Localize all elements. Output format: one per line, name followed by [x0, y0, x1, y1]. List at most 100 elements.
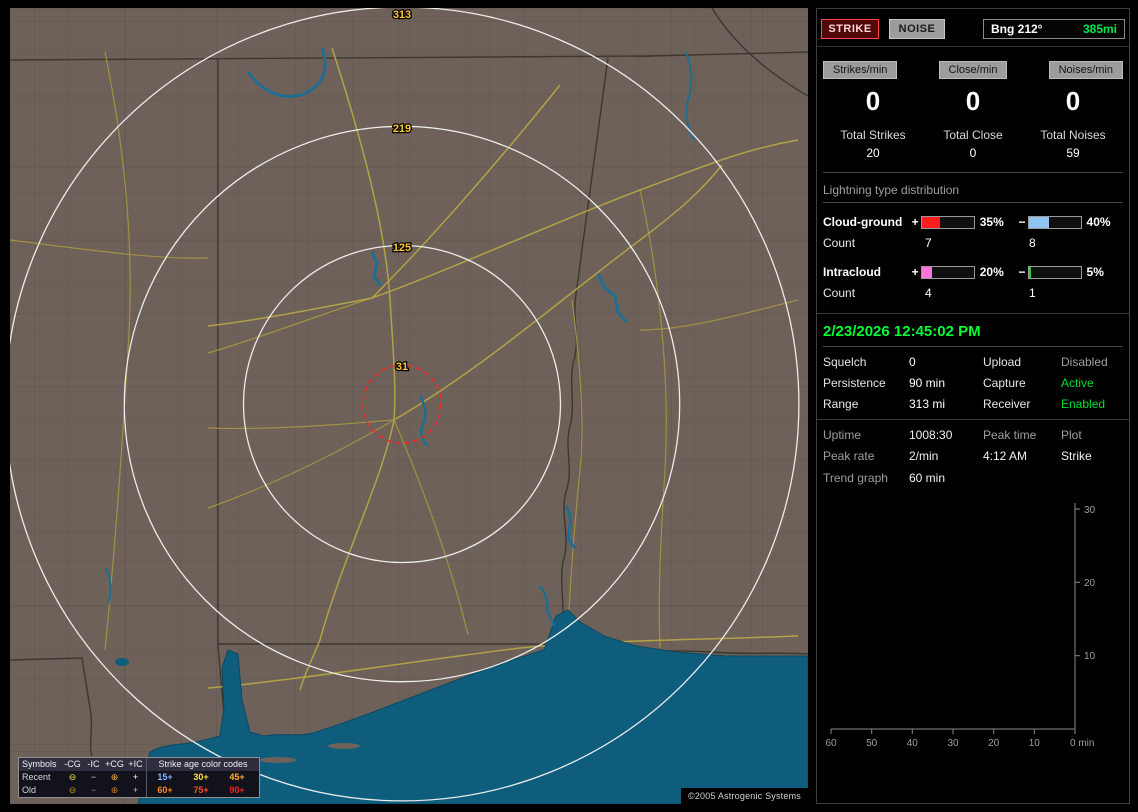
recent-label: Recent: [22, 772, 51, 782]
total-strikes-value: 20: [866, 146, 880, 160]
neg-cg-old-icon: ⊖: [68, 785, 77, 795]
bearing-label: Bng 212°: [991, 21, 1043, 36]
pos-cg-old-icon: ⊕: [110, 785, 119, 795]
trend-graph-label: Trend graph: [823, 471, 888, 485]
peak-time-label: Peak time: [983, 428, 1037, 442]
neg-cg-recent-icon: ⊖: [68, 772, 77, 782]
trend-header-row: Trend graph 60 min: [823, 471, 1123, 485]
peak-rate-value: 2/min: [909, 449, 939, 463]
y-tick-10: 10: [1084, 651, 1096, 662]
rates-panel: Strikes/min Close/min Noises/min 0 0 0 T…: [817, 47, 1129, 314]
ic-negative-bar: [1027, 265, 1082, 279]
x-tick-10: 10: [1029, 738, 1041, 749]
strike-legend: Symbols -CG -IC +CG +IC Strike age color…: [18, 757, 260, 798]
cg-positive-bar: [920, 215, 975, 229]
age-45-label: 45+: [229, 772, 245, 782]
intracloud-count-row: Count 4 1: [823, 283, 1123, 303]
receiver-status: Enabled: [1061, 397, 1106, 411]
range-label: Range: [823, 397, 859, 411]
ring-label-125: 125: [393, 242, 411, 254]
total-noises-label: Total Noises: [1040, 128, 1106, 142]
neg-ic-header: -IC: [87, 759, 100, 769]
neg-cg-header: -CG: [64, 759, 81, 769]
receiver-label: Receiver: [983, 397, 1031, 411]
datetime-display: 2/23/2026 12:45:02 PM: [823, 323, 981, 340]
trend-graph: 30 20 10 60 50 40 30 20 10 0 min: [825, 503, 1096, 749]
x-tick-40: 40: [907, 738, 919, 749]
cloud-ground-count-row: Count 7 8: [823, 233, 1123, 253]
strike-toggle-button[interactable]: STRIKE: [821, 18, 879, 39]
total-close-value: 0: [969, 146, 977, 160]
ring-label-313: 313: [393, 9, 411, 21]
pos-ic-header: +IC: [128, 759, 143, 769]
cloud-ground-label: Cloud-ground: [823, 215, 903, 229]
rate-chips-row: Strikes/min Close/min Noises/min: [823, 61, 1123, 79]
strikes-per-min-button[interactable]: Strikes/min: [823, 61, 898, 79]
pos-cg-recent-icon: ⊕: [110, 772, 119, 782]
age-codes-header: Strike age color codes: [158, 759, 248, 769]
age-60-label: 60+: [157, 785, 173, 795]
upload-label: Upload: [983, 355, 1022, 369]
neg-ic-old-icon: −: [90, 785, 97, 795]
clock-settings-panel: 2/23/2026 12:45:02 PM Squelch 0 Upload D…: [817, 314, 1129, 420]
x-tick-60: 60: [825, 738, 837, 749]
minus-sign: −: [1018, 265, 1026, 279]
close-per-min-value: 0: [965, 86, 981, 116]
noises-per-min-button[interactable]: Noises/min: [1048, 61, 1123, 79]
pos-cg-header: +CG: [105, 759, 124, 769]
intracloud-label: Intracloud: [823, 265, 882, 279]
upload-status: Disabled: [1061, 355, 1108, 369]
capture-status: Active: [1061, 376, 1094, 390]
capture-label: Capture: [983, 376, 1026, 390]
range-value: 313 mi: [909, 397, 946, 411]
total-strikes-label: Total Strikes: [840, 128, 906, 142]
cg-negative-count: 8: [1029, 236, 1036, 250]
totals-values-row: 20 0 59: [823, 146, 1123, 160]
x-tick-50: 50: [866, 738, 878, 749]
copyright-notice: ©2005 Astrogenic Systems: [681, 788, 808, 804]
cloud-ground-row: Cloud-ground + 35% − 40%: [823, 211, 1123, 233]
plot-label: Plot: [1061, 428, 1082, 442]
cg-negative-percent: 40%: [1086, 215, 1111, 229]
close-per-min-button[interactable]: Close/min: [938, 61, 1008, 79]
persistence-value: 90 min: [909, 376, 946, 390]
neg-ic-recent-icon: −: [90, 772, 97, 782]
ic-positive-bar-fill: [921, 266, 933, 278]
squelch-value: 0: [909, 355, 916, 369]
ic-negative-count: 1: [1029, 286, 1036, 300]
cg-positive-bar-fill: [921, 216, 941, 228]
uptime-label: Uptime: [823, 428, 862, 442]
control-sidebar: STRIKE NOISE Bng 212° 385mi Strikes/min …: [816, 8, 1130, 804]
settings-grid: Squelch 0 Upload Disabled Persistence 90…: [823, 355, 1123, 411]
legend-header-row: Symbols -CG -IC +CG +IC Strike age color…: [19, 758, 259, 771]
intracloud-row: Intracloud + 20% − 5%: [823, 261, 1123, 283]
map-canvas[interactable]: 313 219 125 31: [10, 8, 808, 804]
legend-recent-row: Recent ⊖ − ⊕ + 15+ 30+ 45+: [19, 771, 259, 784]
age-30-label: 30+: [193, 772, 209, 782]
squelch-label: Squelch: [823, 355, 867, 369]
ic-positive-bar: [920, 265, 975, 279]
y-tick-30: 30: [1084, 505, 1096, 516]
uptime-value: 1008:30: [909, 428, 953, 442]
x-tick-30: 30: [947, 738, 959, 749]
symbols-header: Symbols: [22, 759, 57, 769]
ic-negative-bar-fill: [1028, 266, 1032, 278]
x-tick-20: 20: [988, 738, 1000, 749]
old-label: Old: [22, 785, 37, 795]
ring-label-31: 31: [396, 361, 408, 373]
count-label: Count: [823, 286, 856, 300]
noise-toggle-button[interactable]: NOISE: [889, 18, 945, 39]
ic-negative-percent: 5%: [1086, 265, 1104, 279]
cg-negative-bar-fill: [1028, 216, 1050, 228]
legend-old-row: Old ⊖ − ⊕ + 60+ 75+ 90+: [19, 784, 259, 797]
totals-labels-row: Total Strikes Total Close Total Noises: [823, 128, 1123, 142]
separator: [823, 172, 1123, 173]
ic-positive-count: 4: [925, 286, 932, 300]
total-noises-value: 59: [1066, 146, 1080, 160]
status-trend-panel: Uptime 1008:30 Peak time Plot Peak rate …: [817, 420, 1129, 803]
ring-label-219: 219: [393, 123, 411, 135]
separator: [823, 346, 1123, 347]
distribution-title: Lightning type distribution: [823, 183, 1123, 203]
minus-sign: −: [1018, 215, 1026, 229]
strikes-per-min-value: 0: [865, 86, 881, 116]
